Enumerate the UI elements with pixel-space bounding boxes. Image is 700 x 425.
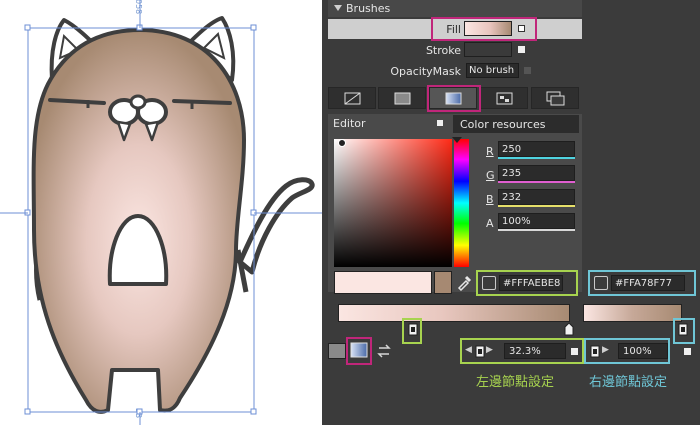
right-stop-hex-field[interactable]: #FFA78F77: [588, 270, 696, 296]
right-stop-indicator-icon: [590, 345, 600, 358]
current-color-swatch: [334, 271, 432, 294]
color-picker-cursor[interactable]: [338, 139, 346, 147]
eyedropper-icon[interactable]: [456, 273, 472, 291]
blue-channel-input[interactable]: 232: [498, 189, 575, 205]
editor-tab-label: Editor: [333, 117, 366, 130]
left-stop-hex-value[interactable]: #FFFAEBE8: [499, 275, 563, 291]
cat-right-eye: [172, 99, 232, 105]
hue-slider[interactable]: [454, 139, 469, 267]
left-stop-controls: ◀ ▶ 32.3%: [460, 338, 584, 364]
chevron-right-icon[interactable]: ▶: [602, 345, 609, 355]
left-gradient-stop-icon[interactable]: [408, 322, 418, 336]
green-channel-bar: [498, 181, 575, 183]
right-gradient-stop-icon[interactable]: [678, 322, 688, 336]
tab-editor[interactable]: Editor: [328, 114, 448, 132]
alpha-channel-bar: [498, 229, 575, 231]
blue-channel-bar: [498, 205, 575, 207]
stroke-property-row[interactable]: Stroke: [328, 40, 582, 60]
alpha-channel-label: A: [486, 217, 494, 230]
stroke-advanced-options-icon[interactable]: [518, 46, 525, 53]
left-stop-hex-field[interactable]: #FFFAEBE8: [476, 270, 578, 296]
brushes-title: Brushes: [346, 2, 391, 15]
tab-color-resources[interactable]: Color resources: [453, 115, 579, 133]
brush-resources-icon: [546, 91, 565, 106]
left-stop-options-icon[interactable]: [571, 348, 578, 355]
color-resources-tab-label: Color resources: [460, 118, 546, 131]
solid-color-icon: [394, 92, 411, 105]
stroke-label: Stroke: [425, 44, 461, 57]
opacitymask-label: OpacityMask: [390, 65, 461, 78]
right-stop-hex-value[interactable]: #FFA78F77: [611, 275, 685, 291]
fill-highlight: [431, 17, 537, 41]
swap-icon[interactable]: [482, 276, 496, 290]
green-channel-label: G: [486, 169, 495, 182]
editor-options-icon[interactable]: [437, 120, 443, 126]
tile-brush-icon: [496, 92, 513, 105]
design-canvas[interactable]: 058 53: [0, 0, 322, 425]
saturation-value-picker[interactable]: [334, 139, 452, 267]
left-stop-indicator-icon: [475, 345, 485, 358]
reverse-gradient-icon[interactable]: [376, 343, 394, 359]
right-end-stop-marker-icon[interactable]: [564, 322, 574, 336]
green-channel-input[interactable]: 235: [498, 165, 575, 181]
alpha-channel-input[interactable]: 100%: [498, 213, 575, 229]
solid-mode-button[interactable]: [328, 343, 346, 359]
red-channel-bar: [498, 157, 575, 159]
gradient-mode-icon[interactable]: [350, 342, 368, 358]
solid-color-brush-button[interactable]: [378, 87, 426, 109]
previous-color-swatch[interactable]: [434, 271, 452, 294]
opacitymask-property-row[interactable]: OpacityMask No brush: [328, 61, 582, 81]
chevron-right-icon[interactable]: ▶: [486, 345, 493, 355]
collapse-triangle-icon[interactable]: [334, 5, 342, 11]
swap-icon[interactable]: [594, 276, 608, 290]
gradient-bar-right[interactable]: [583, 304, 682, 322]
right-stop-options-icon[interactable]: [684, 348, 691, 355]
right-stop-controls: ▶ 100%: [584, 338, 670, 364]
properties-panel: Brushes Fill Stroke OpacityMask No brush: [322, 0, 700, 425]
brushes-section-header[interactable]: Brushes: [328, 0, 582, 17]
gradient-brush-highlight: [427, 85, 481, 112]
stroke-swatch[interactable]: [464, 42, 512, 57]
blue-channel-label: B: [486, 193, 494, 206]
tile-brush-button[interactable]: [480, 87, 528, 109]
cat-illustration[interactable]: [0, 0, 322, 425]
red-channel-input[interactable]: 250: [498, 141, 575, 157]
left-stop-offset-input[interactable]: 32.3%: [504, 343, 566, 359]
chevron-left-icon[interactable]: ◀: [465, 345, 472, 355]
hue-slider-handle[interactable]: [452, 137, 462, 143]
right-stop-offset-input[interactable]: 100%: [618, 343, 668, 359]
opacitymask-advanced-options-icon[interactable]: [524, 67, 531, 74]
right-stop-settings-note: 右邊節點設定: [589, 375, 668, 390]
no-brush-button[interactable]: [328, 87, 376, 109]
red-channel-label: R: [486, 145, 494, 158]
opacitymask-value[interactable]: No brush: [466, 63, 519, 78]
brush-resources-button[interactable]: [531, 87, 579, 109]
left-stop-settings-note: 左邊節點設定: [476, 375, 555, 390]
no-brush-icon: [344, 92, 361, 105]
cat-tail: [237, 177, 315, 275]
gradient-bar-left[interactable]: [338, 304, 570, 322]
